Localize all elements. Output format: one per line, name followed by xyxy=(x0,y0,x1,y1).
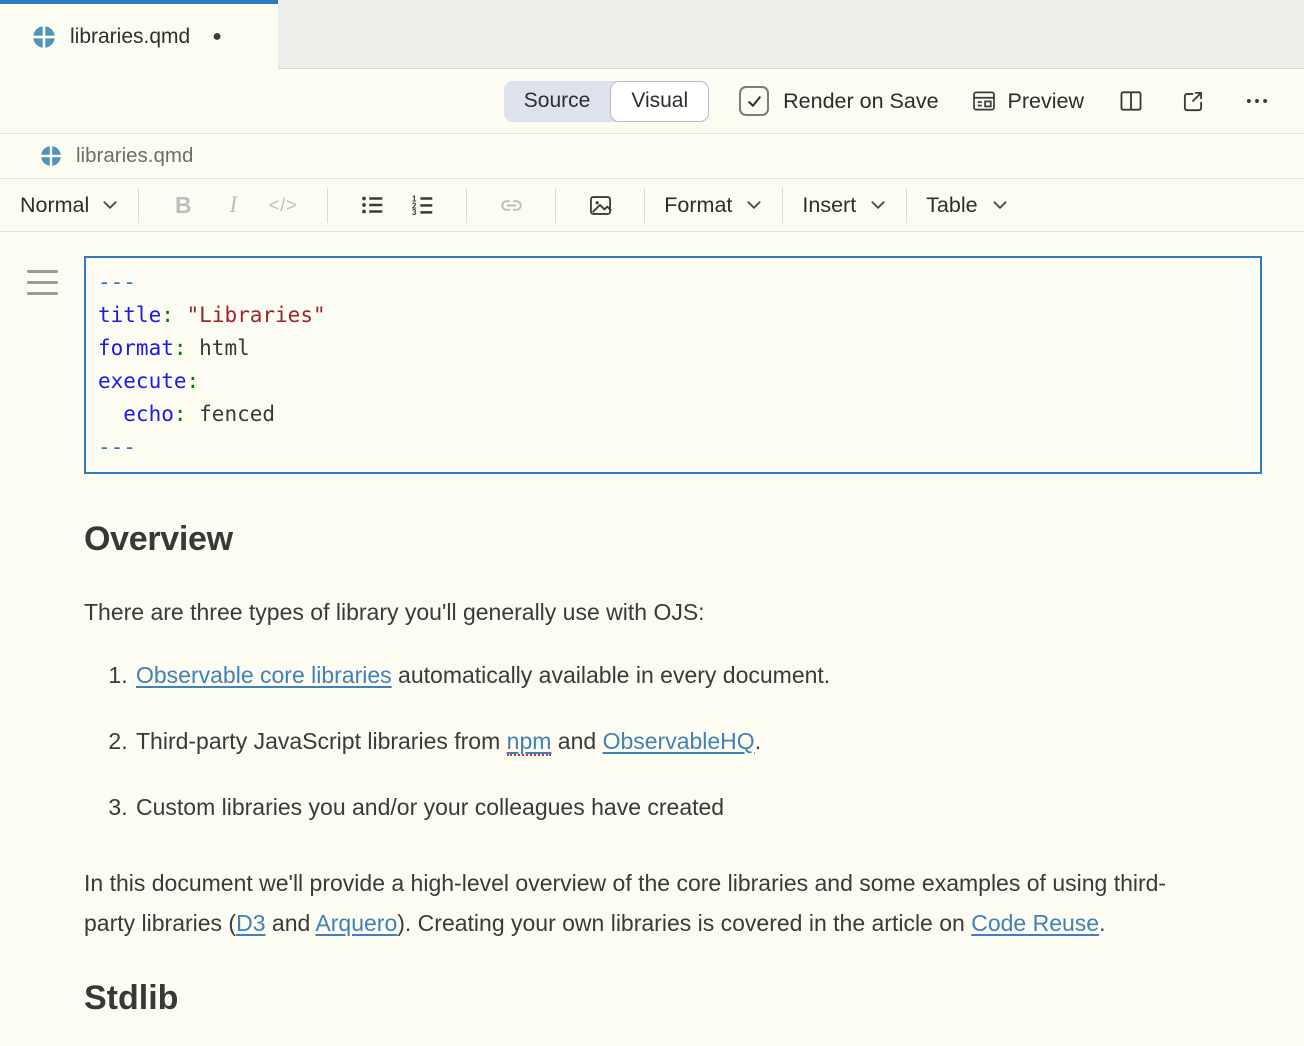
yaml-front-matter-block[interactable]: ---title: "Libraries"format: htmlexecute… xyxy=(84,256,1262,474)
preview-label: Preview xyxy=(1008,89,1084,114)
breadcrumb-file[interactable]: libraries.qmd xyxy=(76,144,193,168)
text-segment: . xyxy=(1099,910,1105,936)
svg-text:3: 3 xyxy=(412,208,417,217)
link-button[interactable] xyxy=(486,192,536,219)
code-line: format: html xyxy=(98,332,1248,365)
preview-button[interactable]: Preview xyxy=(971,88,1084,114)
document-editor: ---title: "Libraries"format: htmlexecute… xyxy=(0,232,1304,1018)
editor-toolbar: Source Visual Render on Save Preview xyxy=(0,69,1304,133)
numbered-list-button[interactable]: 1 2 3 xyxy=(397,192,447,218)
tab-libraries-qmd[interactable]: libraries.qmd ● xyxy=(0,0,278,69)
numbered-list-icon: 1 2 3 xyxy=(409,192,435,218)
split-editor-icon[interactable] xyxy=(1118,88,1144,114)
open-in-new-window-icon[interactable] xyxy=(1180,88,1206,114)
code-icon: </> xyxy=(269,195,298,216)
link[interactable]: ObservableHQ xyxy=(603,728,755,754)
list-item: Third-party JavaScript libraries from np… xyxy=(134,728,1262,755)
text-segment: Third-party JavaScript libraries from xyxy=(136,728,507,754)
text-segment: automatically available in every documen… xyxy=(392,662,831,688)
code-line: echo: fenced xyxy=(98,398,1248,431)
format-menu-label: Format xyxy=(664,193,732,218)
toolbar-separator xyxy=(644,188,645,223)
link[interactable]: Arquero xyxy=(315,910,397,936)
list-item: Observable core libraries automatically … xyxy=(134,662,1262,689)
library-types-list: Observable core libraries automatically … xyxy=(84,662,1262,821)
text-segment: and xyxy=(551,728,602,754)
chevron-down-icon xyxy=(991,196,1009,214)
code-line: title: "Libraries" xyxy=(98,299,1248,332)
italic-icon: I xyxy=(229,192,237,218)
paragraph-style-dropdown[interactable]: Normal xyxy=(20,193,119,218)
table-menu[interactable]: Table xyxy=(926,193,1008,218)
format-toolbar: Normal B I </> 1 2 3 xyxy=(0,179,1304,232)
bold-button[interactable]: B xyxy=(158,192,208,219)
link-icon xyxy=(498,192,525,219)
italic-button[interactable]: I xyxy=(208,192,258,218)
link[interactable]: Observable core libraries xyxy=(136,662,392,688)
text-segment: . xyxy=(755,728,761,754)
link[interactable]: npm xyxy=(507,728,552,756)
preview-icon xyxy=(971,88,997,114)
code-line: --- xyxy=(98,266,1248,299)
toolbar-separator xyxy=(327,188,328,223)
table-menu-label: Table xyxy=(926,193,977,218)
link[interactable]: Code Reuse xyxy=(971,910,1099,936)
quarto-icon xyxy=(40,145,62,167)
source-mode-button[interactable]: Source xyxy=(504,81,611,122)
chevron-down-icon xyxy=(869,196,887,214)
breadcrumb: libraries.qmd xyxy=(0,133,1304,179)
tab-strip-empty-area xyxy=(278,0,1304,69)
bulleted-list-button[interactable] xyxy=(347,192,397,218)
toolbar-separator xyxy=(466,188,467,223)
intro-paragraph: There are three types of library you'll … xyxy=(84,599,1262,626)
heading-overview: Overview xyxy=(84,520,1262,559)
toolbar-separator xyxy=(555,188,556,223)
inline-code-button[interactable]: </> xyxy=(258,195,308,216)
insert-menu[interactable]: Insert xyxy=(802,193,887,218)
render-on-save-group: Render on Save xyxy=(739,86,938,116)
modified-indicator-dot: ● xyxy=(212,29,222,45)
list-item: Custom libraries you and/or your colleag… xyxy=(134,794,1262,821)
code-line: --- xyxy=(98,431,1248,464)
closing-paragraph: In this document we'll provide a high-le… xyxy=(84,863,1212,943)
code-line: execute: xyxy=(98,365,1248,398)
text-segment: and xyxy=(266,910,316,936)
visual-mode-button[interactable]: Visual xyxy=(610,81,709,122)
text-segment: Custom libraries you and/or your colleag… xyxy=(136,794,724,820)
chevron-down-icon xyxy=(745,196,763,214)
toolbar-separator xyxy=(782,188,783,223)
mode-toggle: Source Visual xyxy=(504,81,709,122)
render-on-save-label: Render on Save xyxy=(783,89,938,114)
heading-stdlib: Stdlib xyxy=(84,979,1262,1018)
quarto-icon xyxy=(32,25,56,49)
chevron-down-icon xyxy=(101,196,119,214)
more-actions-icon[interactable] xyxy=(1244,88,1270,114)
format-menu[interactable]: Format xyxy=(664,193,763,218)
image-button[interactable] xyxy=(575,192,625,219)
toolbar-separator xyxy=(906,188,907,223)
bulleted-list-icon xyxy=(359,192,385,218)
image-icon xyxy=(587,192,614,219)
checkmark-icon xyxy=(746,93,763,110)
tab-strip: libraries.qmd ● xyxy=(0,0,1304,69)
render-on-save-checkbox[interactable] xyxy=(739,86,769,116)
link[interactable]: D3 xyxy=(236,910,265,936)
paragraph-style-label: Normal xyxy=(20,193,89,218)
bold-icon: B xyxy=(175,192,192,219)
tab-title: libraries.qmd xyxy=(70,25,190,49)
toolbar-separator xyxy=(138,188,139,223)
insert-menu-label: Insert xyxy=(802,193,856,218)
block-drag-handle[interactable] xyxy=(27,270,58,295)
text-segment: ). Creating your own libraries is covere… xyxy=(397,910,971,936)
